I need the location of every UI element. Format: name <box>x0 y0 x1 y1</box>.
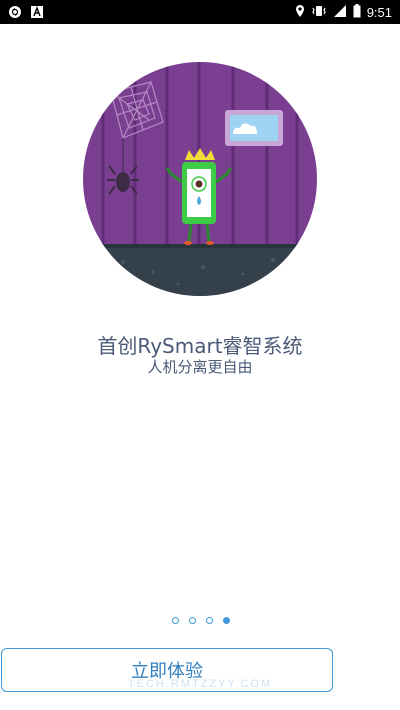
battery-icon <box>353 3 361 22</box>
status-right-icons: 9:51 <box>295 3 392 22</box>
location-icon <box>295 3 305 22</box>
watermark: TECH.RMTZZYY.COM <box>127 678 273 690</box>
status-bar: 9:51 <box>0 0 400 24</box>
page-dot-active[interactable] <box>223 617 230 624</box>
page-indicator <box>172 617 230 624</box>
signal-icon <box>333 3 347 22</box>
intro-subtitle: 人机分离更自由 <box>147 358 253 376</box>
page-dot[interactable] <box>189 617 196 624</box>
status-left-icons <box>8 4 44 18</box>
intro-title: 首创RySmart睿智系统 <box>97 334 303 358</box>
page-dot[interactable] <box>172 617 179 624</box>
intro-illustration <box>83 62 317 296</box>
status-time: 9:51 <box>366 5 392 20</box>
vibrate-icon <box>311 3 327 22</box>
page-dot[interactable] <box>206 617 213 624</box>
sync-icon <box>8 4 22 18</box>
font-a-icon <box>30 4 44 18</box>
